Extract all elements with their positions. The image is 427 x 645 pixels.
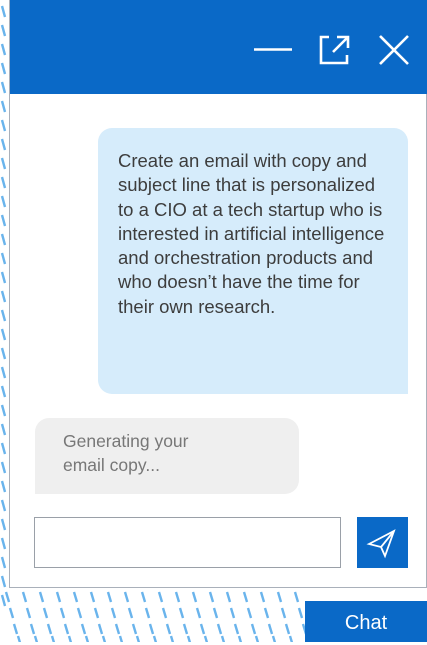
bot-status-bubble: Generating your email copy... [35, 418, 299, 494]
close-button[interactable] [375, 31, 413, 69]
minimize-button[interactable] [254, 31, 292, 69]
send-button[interactable] [357, 517, 408, 568]
chat-header [10, 0, 427, 94]
chat-window: Create an email with copy and subject li… [9, 0, 427, 588]
chat-launcher-tab[interactable]: Chat [305, 601, 427, 642]
close-icon [379, 35, 409, 65]
user-message-bubble: Create an email with copy and subject li… [98, 128, 408, 394]
send-icon [366, 529, 396, 559]
popout-button[interactable] [316, 31, 354, 69]
popout-icon [319, 35, 350, 65]
minimize-icon [254, 48, 292, 51]
message-input[interactable] [34, 517, 341, 568]
